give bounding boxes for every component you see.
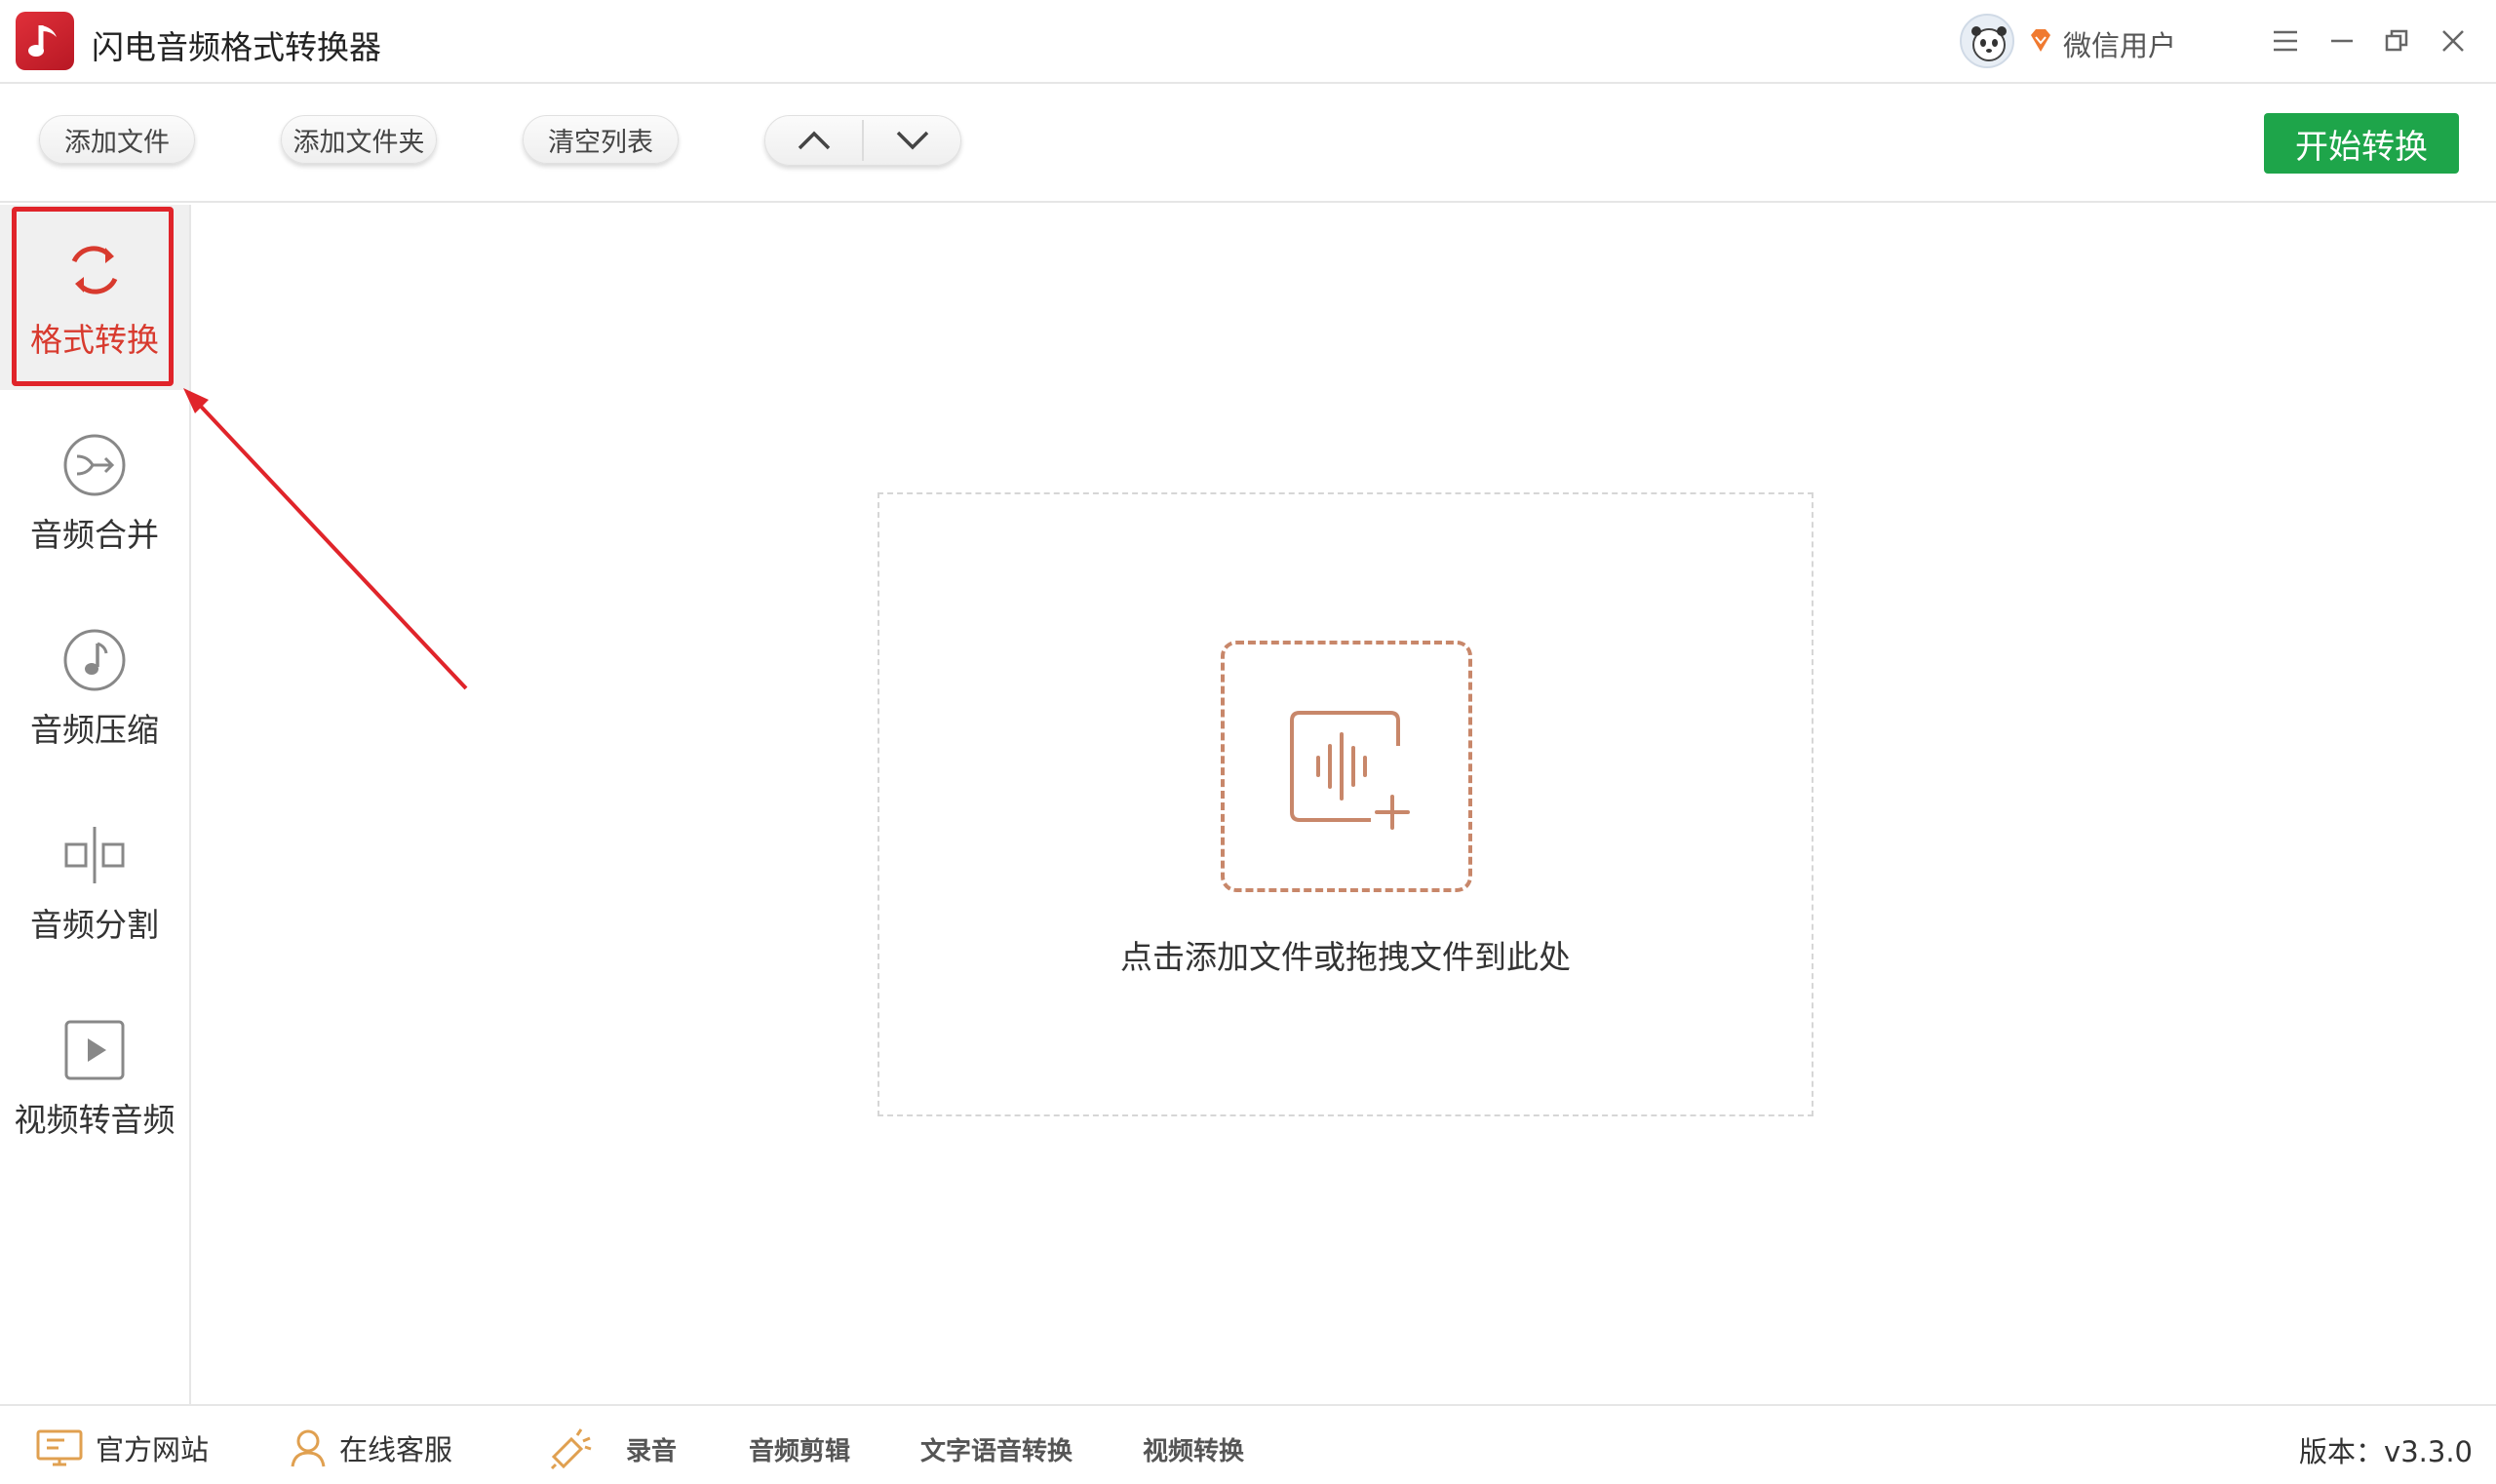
avatar[interactable]: [1960, 14, 2014, 68]
online-support-link[interactable]: 在线客服: [289, 1427, 452, 1468]
toolbar: 添加文件 添加文件夹 清空列表 开始转换: [0, 86, 2496, 203]
panda-avatar-icon: [1971, 26, 2007, 61]
monitor-icon: [36, 1429, 83, 1466]
start-convert-button[interactable]: 开始转换: [2264, 113, 2459, 174]
merge-icon: [63, 434, 126, 496]
close-button[interactable]: [2432, 20, 2475, 62]
restore-icon: [2385, 29, 2408, 52]
user-name[interactable]: 微信用户: [2063, 23, 2176, 64]
menu-icon: [2274, 30, 2297, 52]
support-person-icon: [291, 1429, 326, 1467]
megaphone-icon: [550, 1428, 592, 1470]
official-website-label: 官方网站: [96, 1433, 210, 1466]
sidebar-item-label: 音频压缩: [30, 711, 159, 749]
minimize-icon: [2331, 39, 2353, 43]
version-text: 版本：v3.3.0: [2299, 1435, 2473, 1468]
chevron-down-icon: [896, 131, 928, 150]
split-icon: [64, 827, 125, 883]
sidebar-item-label: 音频分割: [30, 906, 159, 944]
bottom-bar: 官方网站 在线客服 录音 音频剪辑 文字语音转换 视频转换 版本：v3.3.0: [0, 1404, 2496, 1484]
title-bar: 闪电音频格式转换器 微信用户: [0, 0, 2496, 84]
sidebar: 格式转换 音频合并 音频压缩 音频分割 视频转音频: [0, 205, 191, 1404]
sidebar-item-audio-split[interactable]: 音频分割: [0, 790, 189, 975]
add-audio-icon: [1290, 711, 1410, 830]
add-file-button[interactable]: 添加文件: [39, 115, 195, 164]
app-title: 闪电音频格式转换器: [92, 28, 381, 66]
drop-hint-text: 点击添加文件或拖拽文件到此处: [1120, 938, 1571, 976]
sidebar-item-label: 视频转音频: [14, 1101, 176, 1139]
tts-link[interactable]: 文字语音转换: [920, 1431, 1072, 1467]
chevron-up-icon: [798, 131, 830, 150]
music-note-icon: [63, 629, 126, 691]
minimize-button[interactable]: [2320, 20, 2363, 62]
audio-edit-link[interactable]: 音频剪辑: [749, 1431, 850, 1467]
sidebar-item-audio-merge[interactable]: 音频合并: [0, 400, 189, 585]
move-up-button[interactable]: [765, 116, 862, 165]
file-drop-zone[interactable]: 点击添加文件或拖拽文件到此处: [878, 492, 1814, 1116]
sidebar-item-format-convert[interactable]: 格式转换: [0, 205, 189, 390]
music-note-icon: [28, 25, 57, 57]
app-logo: [16, 12, 74, 70]
menu-button[interactable]: [2264, 20, 2307, 62]
annotation-arrow: [183, 388, 468, 690]
video-convert-link[interactable]: 视频转换: [1143, 1431, 1244, 1467]
highlight-annotation: [12, 207, 174, 386]
reorder-buttons: [764, 115, 961, 166]
video-play-icon: [64, 1020, 125, 1080]
online-support-label: 在线客服: [339, 1433, 453, 1466]
official-website-link[interactable]: 官方网站: [35, 1427, 209, 1468]
sidebar-item-video-to-audio[interactable]: 视频转音频: [0, 985, 189, 1170]
move-down-button[interactable]: [864, 116, 960, 165]
vip-diamond-icon: [2031, 29, 2050, 52]
close-icon: [2442, 30, 2464, 52]
restore-button[interactable]: [2375, 20, 2418, 62]
add-folder-button[interactable]: 添加文件夹: [281, 115, 437, 164]
clear-list-button[interactable]: 清空列表: [523, 115, 679, 164]
sidebar-item-audio-compress[interactable]: 音频压缩: [0, 595, 189, 780]
sidebar-item-label: 音频合并: [30, 516, 159, 554]
add-audio-box[interactable]: [1221, 641, 1472, 892]
record-label: 录音: [626, 1436, 678, 1466]
record-link[interactable]: 录音: [548, 1427, 677, 1470]
